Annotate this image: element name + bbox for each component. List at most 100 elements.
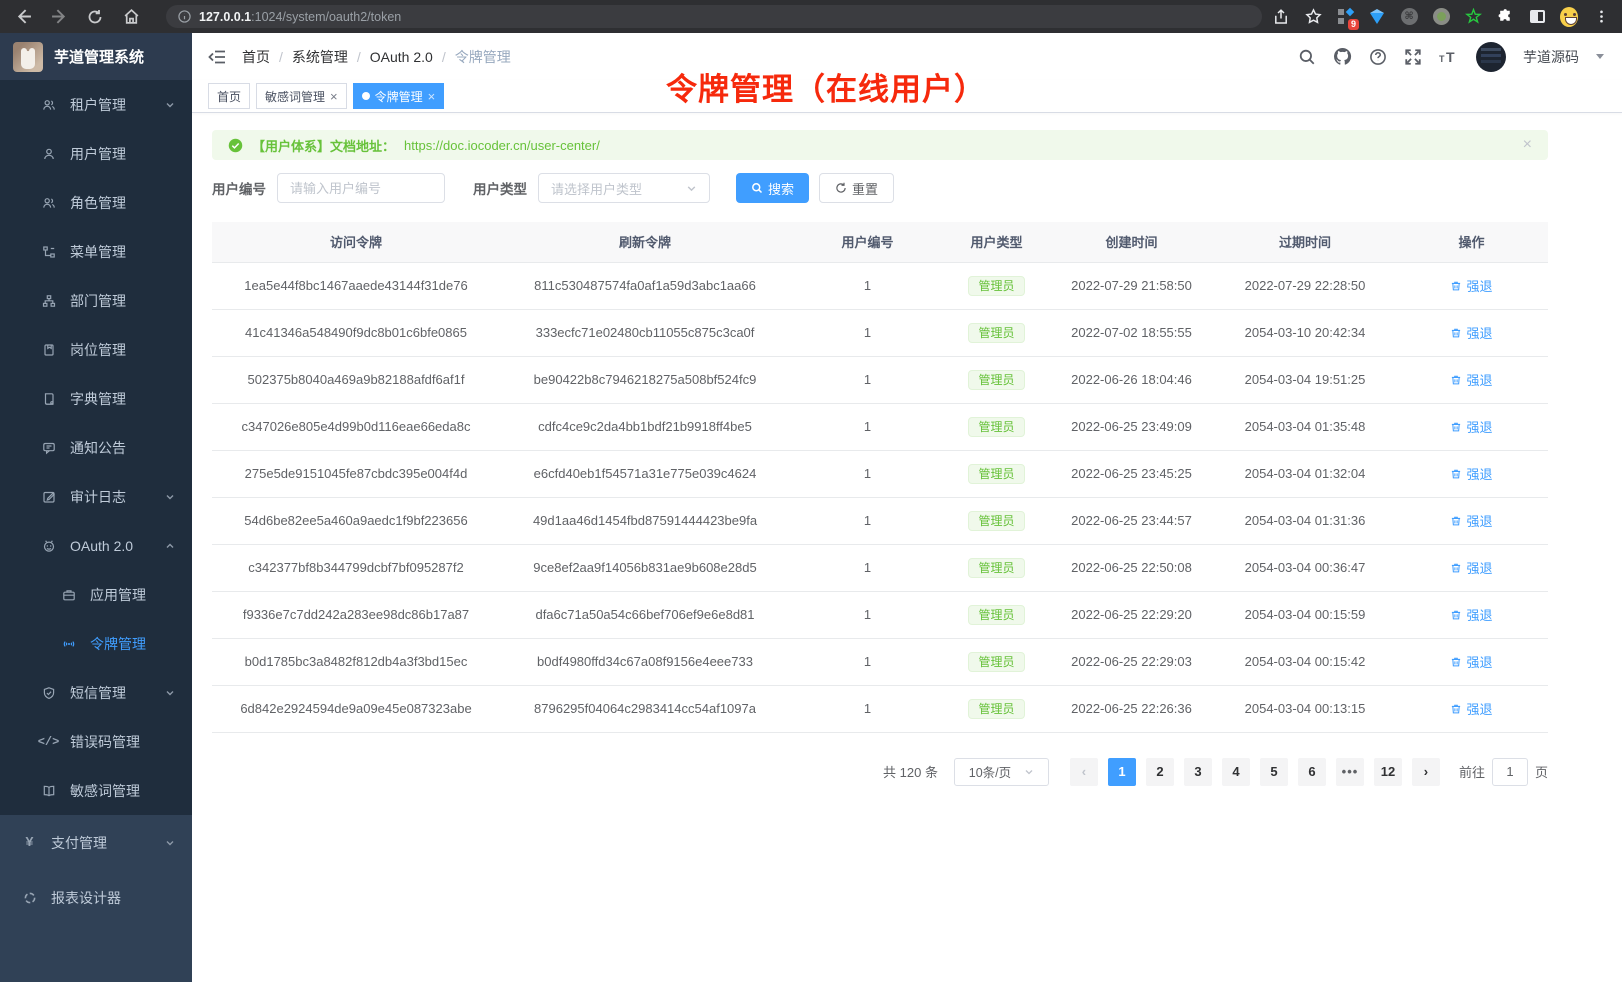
app-icon — [60, 588, 77, 602]
force-logout-button[interactable]: 强退 — [1450, 323, 1492, 342]
force-logout-button[interactable]: 强退 — [1450, 558, 1492, 577]
font-size-icon[interactable]: TT — [1439, 48, 1459, 66]
close-tab-icon[interactable]: × — [330, 90, 338, 103]
sidebar-item-oauth2-token[interactable]: 令牌管理 — [0, 619, 192, 668]
tab-label: 令牌管理 — [375, 88, 423, 105]
table-row: 502375b8040a469a9b82188afdf6af1fbe90422b… — [212, 356, 1548, 403]
extension-record-icon[interactable] — [1432, 8, 1450, 26]
view-tab[interactable]: 敏感词管理× — [256, 83, 347, 109]
page-button-2[interactable]: 2 — [1146, 758, 1174, 786]
sidebar-item-oauth2[interactable]: OAuth 2.0 — [0, 521, 192, 570]
sidebar-item-menu[interactable]: 菜单管理 — [0, 227, 192, 276]
sidebar-item-user[interactable]: 用户管理 — [0, 129, 192, 178]
user-menu-caret-icon[interactable] — [1596, 54, 1604, 59]
oauth-icon — [40, 539, 57, 553]
pager-more-button[interactable]: ••• — [1336, 758, 1364, 786]
sidebar-item-post[interactable]: 岗位管理 — [0, 325, 192, 374]
view-tab[interactable]: 首页 — [208, 83, 250, 109]
chevron-down-icon — [165, 688, 175, 698]
home-button[interactable] — [120, 6, 142, 28]
forward-button[interactable] — [48, 6, 70, 28]
prev-page-button[interactable]: ‹ — [1070, 758, 1098, 786]
breadcrumb-separator: / — [442, 49, 446, 65]
breadcrumb-item[interactable]: 首页 — [242, 47, 270, 67]
force-logout-button[interactable]: 强退 — [1450, 370, 1492, 389]
user-type-tag: 管理员 — [968, 417, 1024, 437]
search-icon[interactable] — [1298, 48, 1316, 66]
user-id-input[interactable] — [277, 173, 445, 203]
sidebar-fold-icon[interactable] — [192, 47, 242, 67]
sidebar-item-label: 菜单管理 — [70, 242, 126, 262]
page-button-3[interactable]: 3 — [1184, 758, 1212, 786]
table-row: 54d6be82ee5a460a9aedc1f9bf22365649d1aa46… — [212, 497, 1548, 544]
force-logout-button[interactable]: 强退 — [1450, 699, 1492, 718]
alert-doc-link[interactable]: https://doc.iocoder.cn/user-center/ — [404, 138, 600, 153]
report-icon — [21, 891, 38, 905]
bookmark-star-icon[interactable] — [1304, 8, 1322, 26]
site-info-icon[interactable] — [178, 10, 191, 23]
user-id-label: 用户编号 — [212, 178, 266, 198]
github-icon[interactable] — [1333, 47, 1352, 66]
page-button-5[interactable]: 5 — [1260, 758, 1288, 786]
force-logout-button[interactable]: 强退 — [1450, 605, 1492, 624]
sidebar-item-label: 短信管理 — [70, 683, 126, 703]
view-tab[interactable]: 令牌管理 × — [353, 83, 445, 109]
breadcrumb-item[interactable]: 系统管理 — [292, 47, 348, 67]
sidebar-item-error-code[interactable]: </>错误码管理 — [0, 717, 192, 766]
app-title: 芋道管理系统 — [54, 46, 144, 67]
refresh-token-cell: 49d1aa46d1454fbd87591444423be9fa — [500, 497, 790, 544]
url-bar[interactable]: 127.0.0.1:1024/system/oauth2/token — [166, 5, 1262, 28]
alert-close-icon[interactable]: × — [1523, 136, 1532, 154]
tab-split-icon[interactable] — [1528, 8, 1546, 26]
breadcrumb-item[interactable]: OAuth 2.0 — [370, 49, 433, 65]
back-button[interactable] — [12, 6, 34, 28]
profile-avatar-emoji[interactable] — [1560, 8, 1578, 26]
next-page-button[interactable]: › — [1412, 758, 1440, 786]
sidebar-item-audit-log[interactable]: 审计日志 — [0, 472, 192, 521]
page-button-4[interactable]: 4 — [1222, 758, 1250, 786]
force-logout-button[interactable]: 强退 — [1450, 276, 1492, 295]
user-id-cell: 1 — [790, 544, 945, 591]
page-size-select[interactable]: 10条/页 — [954, 758, 1049, 786]
help-icon[interactable] — [1369, 48, 1387, 66]
force-logout-button[interactable]: 强退 — [1450, 417, 1492, 436]
extensions-puzzle-icon[interactable] — [1496, 8, 1514, 26]
sidebar-item-sms[interactable]: 短信管理 — [0, 668, 192, 717]
page-button-1[interactable]: 1 — [1108, 758, 1136, 786]
sidebar-item-notice[interactable]: 通知公告 — [0, 423, 192, 472]
force-logout-button[interactable]: 强退 — [1450, 511, 1492, 530]
extension-gem-icon[interactable] — [1368, 8, 1386, 26]
page-button-6[interactable]: 6 — [1298, 758, 1326, 786]
user-type-select[interactable]: 请选择用户类型 — [538, 173, 710, 203]
expire-time-cell: 2054-03-04 01:35:48 — [1215, 403, 1395, 450]
sidebar-item-dept[interactable]: 部门管理 — [0, 276, 192, 325]
close-tab-icon[interactable]: × — [428, 90, 436, 103]
user-avatar[interactable] — [1476, 42, 1506, 72]
browser-menu-icon[interactable] — [1592, 8, 1610, 26]
user-id-cell: 1 — [790, 403, 945, 450]
user-name[interactable]: 芋道源码 — [1523, 47, 1579, 67]
fullscreen-icon[interactable] — [1404, 48, 1422, 66]
sidebar-item-tenant[interactable]: 租户管理 — [0, 80, 192, 129]
sidebar-item-role[interactable]: 角色管理 — [0, 178, 192, 227]
extension-grid-icon[interactable]: 9 — [1336, 8, 1354, 26]
sidebar-item-dict[interactable]: 字典管理 — [0, 374, 192, 423]
reload-button[interactable] — [84, 6, 106, 28]
page-button-12[interactable]: 12 — [1374, 758, 1402, 786]
app-logo[interactable]: 芋道管理系统 — [0, 33, 192, 80]
share-icon[interactable] — [1272, 8, 1290, 26]
force-logout-button[interactable]: 强退 — [1450, 652, 1492, 671]
expire-time-cell: 2022-07-29 22:28:50 — [1215, 262, 1395, 309]
goto-page-input[interactable] — [1492, 758, 1528, 786]
chevron-up-icon — [165, 541, 175, 551]
extension-command-icon[interactable]: ⌘ — [1400, 8, 1418, 26]
expire-time-cell: 2054-03-04 00:15:59 — [1215, 591, 1395, 638]
reset-button[interactable]: 重置 — [819, 173, 894, 203]
sidebar-item-report-designer[interactable]: 报表设计器 — [0, 870, 192, 925]
sidebar-item-pay[interactable]: ¥支付管理 — [0, 815, 192, 870]
sidebar-item-sensitive-word[interactable]: 敏感词管理 — [0, 766, 192, 815]
sidebar-item-oauth2-app[interactable]: 应用管理 — [0, 570, 192, 619]
extension-star-icon[interactable] — [1464, 8, 1482, 26]
force-logout-button[interactable]: 强退 — [1450, 464, 1492, 483]
search-button[interactable]: 搜索 — [736, 173, 809, 203]
